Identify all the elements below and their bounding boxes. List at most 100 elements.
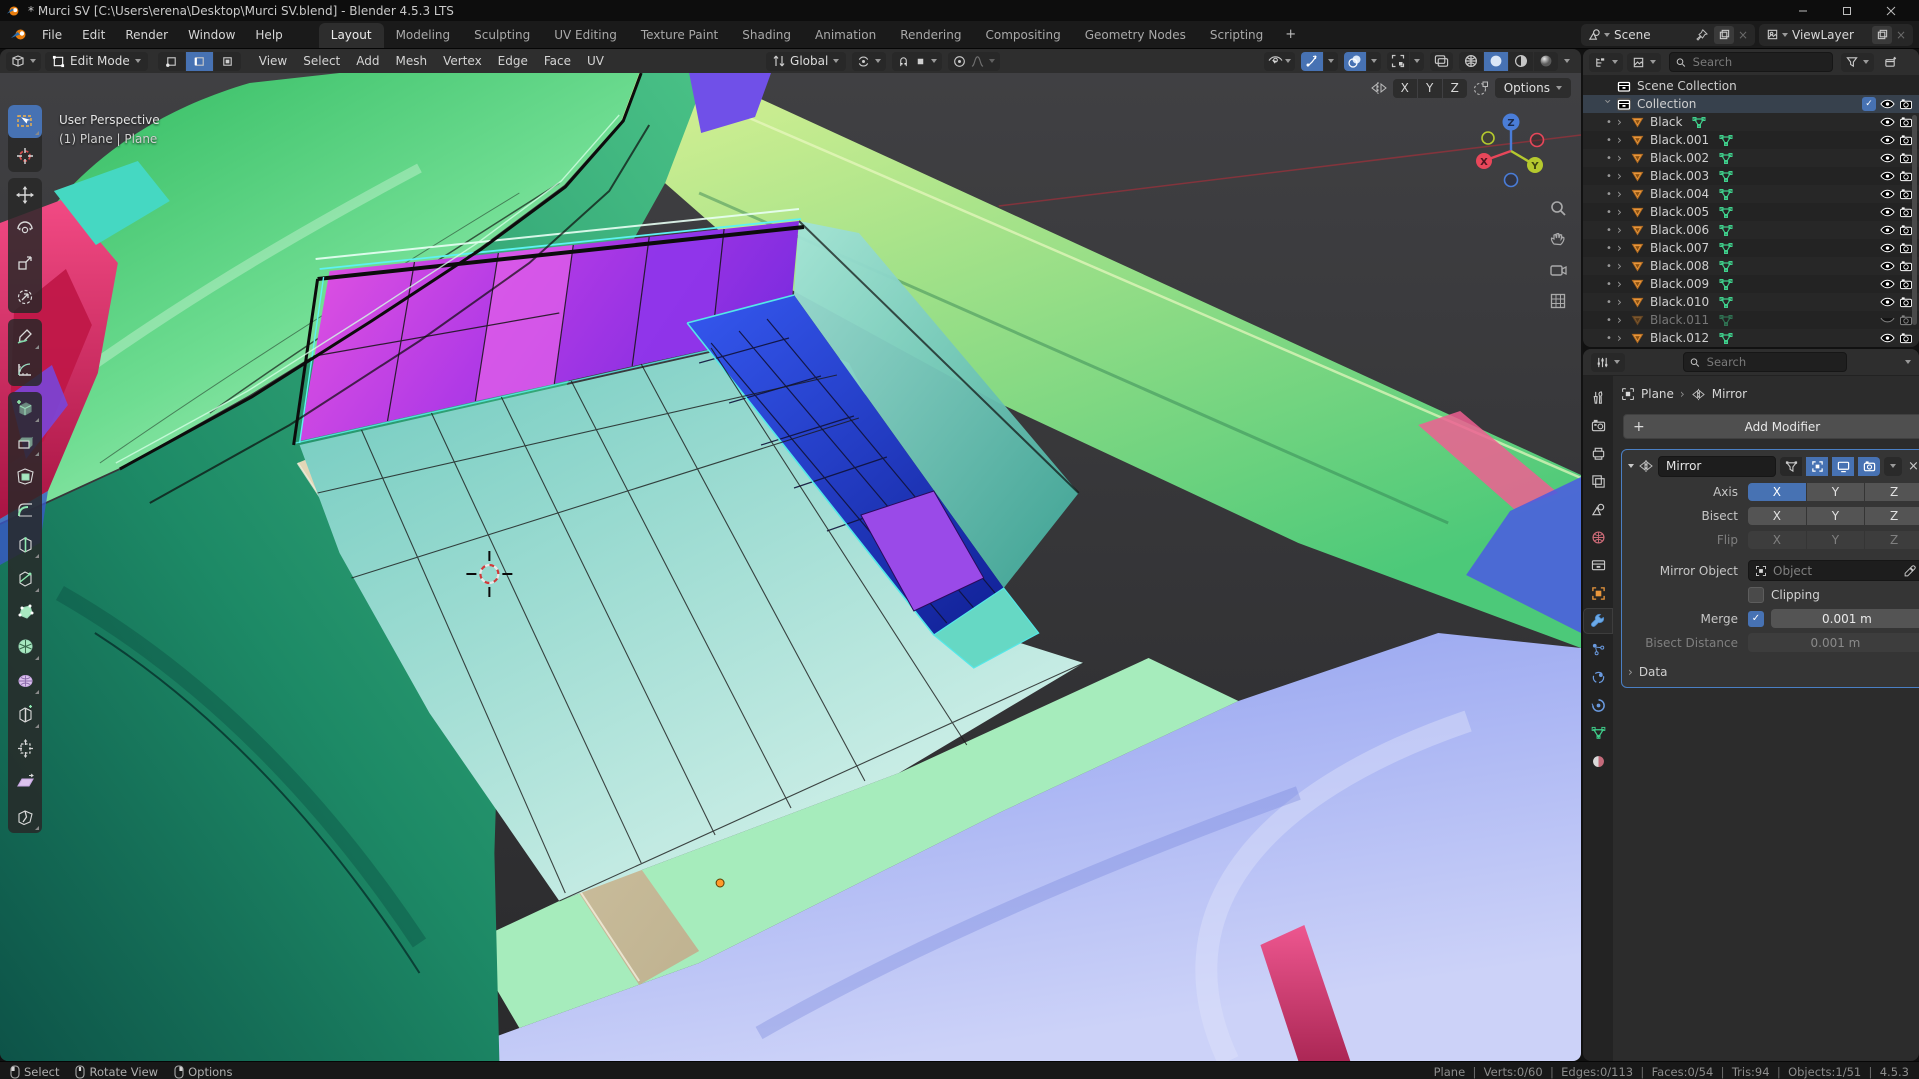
scene-selector[interactable]: Scene ×	[1581, 23, 1755, 46]
toggle-xray-button[interactable]	[1430, 51, 1453, 71]
bisect-z-button[interactable]: Z	[1865, 506, 1919, 525]
tool-add-cube-button[interactable]	[8, 392, 42, 425]
tool-smooth-button[interactable]	[8, 664, 42, 697]
flip-z-button[interactable]: Z	[1865, 530, 1919, 549]
tool-shear-button[interactable]	[8, 766, 42, 799]
collection-checkbox[interactable]: ✓	[1862, 97, 1876, 111]
properties-search-input[interactable]	[1704, 354, 1840, 370]
remove-modifier-button[interactable]: ×	[1906, 459, 1919, 474]
tab-output[interactable]	[1583, 440, 1613, 466]
disable-render-icon[interactable]	[1899, 152, 1913, 164]
pin-icon[interactable]	[1692, 26, 1712, 44]
menu-item[interactable]: Render	[115, 25, 178, 45]
tool-loop-cut-button[interactable]	[8, 528, 42, 561]
outliner-collection-row[interactable]: › Collection ✓	[1583, 95, 1919, 113]
editor-type-selector[interactable]	[6, 51, 41, 71]
tool-shrink-fatten-button[interactable]	[8, 732, 42, 765]
material-preview-shading-button[interactable]	[1509, 51, 1533, 71]
modifier-extras-dropdown[interactable]	[1884, 456, 1902, 476]
merge-checkbox[interactable]: ✓	[1748, 610, 1764, 627]
properties-options-dropdown[interactable]	[1905, 360, 1911, 364]
mirror-x-button[interactable]: X	[1392, 78, 1417, 98]
expand-arrow[interactable]: ›	[1601, 99, 1615, 109]
disable-render-icon[interactable]	[1899, 332, 1913, 344]
3d-viewport[interactable]: User Perspective (1) Plane | Plane X Y Z…	[0, 73, 1581, 1061]
disable-render-icon[interactable]	[1899, 170, 1913, 182]
snap-base-icon[interactable]	[1473, 81, 1489, 96]
outliner-object-row-black-005[interactable]: • › Black.005	[1583, 203, 1919, 221]
breadcrumb-modifier[interactable]: Mirror	[1712, 387, 1747, 401]
merge-threshold-field[interactable]: 0.001 m	[1771, 609, 1919, 628]
snapping-controls[interactable]	[892, 51, 943, 71]
minimize-button[interactable]	[1781, 0, 1825, 21]
disable-render-icon[interactable]	[1899, 278, 1913, 290]
workspace-tab[interactable]: Scripting	[1198, 23, 1275, 48]
outliner-search[interactable]	[1669, 52, 1833, 72]
hide-eye-icon[interactable]	[1880, 98, 1895, 110]
outliner-filter-mode[interactable]	[1627, 52, 1661, 72]
hide-eye-icon[interactable]	[1880, 152, 1895, 164]
outliner-object-row-black[interactable]: • › Black	[1583, 113, 1919, 131]
menu-item[interactable]: Edit	[72, 25, 115, 45]
hide-eye-icon[interactable]	[1880, 242, 1895, 254]
tab-render[interactable]	[1583, 412, 1613, 438]
outliner-object-row-black-004[interactable]: • › Black.004	[1583, 185, 1919, 203]
workspace-tab[interactable]: Modeling	[384, 23, 463, 48]
tool-rip-region-button[interactable]	[8, 800, 42, 833]
show-gizmo-toggle[interactable]	[1301, 51, 1323, 71]
tab-particles[interactable]	[1583, 636, 1613, 662]
hide-eye-icon[interactable]	[1880, 296, 1895, 308]
expand-arrow[interactable]: ›	[1617, 115, 1627, 129]
tool-poly-build-button[interactable]	[8, 596, 42, 629]
edit-mode-display-toggle[interactable]	[1806, 456, 1828, 476]
outliner-display-mode[interactable]	[1589, 52, 1623, 72]
flip-x-button[interactable]: X	[1748, 530, 1806, 549]
camera-view-icon[interactable]	[1547, 259, 1569, 281]
remove-viewlayer-button[interactable]: ×	[1892, 26, 1910, 44]
tool-rotate-button[interactable]	[8, 212, 42, 245]
expand-arrow[interactable]: ›	[1617, 151, 1627, 165]
expand-arrow[interactable]: ›	[1617, 277, 1627, 291]
workspace-tab[interactable]: Rendering	[888, 23, 973, 48]
tab-material[interactable]	[1583, 748, 1613, 774]
workspace-tab[interactable]: Texture Paint	[629, 23, 730, 48]
axis-z-button[interactable]: Z	[1865, 482, 1919, 501]
blender-menu-button[interactable]	[6, 24, 32, 46]
expand-arrow[interactable]: ›	[1617, 205, 1627, 219]
mirror-object-field[interactable]: Object	[1748, 560, 1919, 581]
on-cage-toggle[interactable]	[1780, 456, 1802, 476]
outliner-object-row-black-003[interactable]: • › Black.003	[1583, 167, 1919, 185]
tab-view-layer[interactable]	[1583, 468, 1613, 494]
expand-arrow[interactable]: ›	[1617, 241, 1627, 255]
outliner-object-row-black-010[interactable]: • › Black.010	[1583, 293, 1919, 311]
disable-render-icon[interactable]	[1899, 314, 1913, 326]
object-visibility-dropdown[interactable]	[1264, 51, 1295, 71]
vertex-select-button[interactable]	[157, 51, 185, 71]
expand-arrow[interactable]: ›	[1617, 259, 1627, 273]
tool-extrude-region-button[interactable]	[8, 426, 42, 459]
tab-modifiers[interactable]	[1583, 608, 1613, 634]
workspace-tab[interactable]: Sculpting	[462, 23, 542, 48]
expand-arrow[interactable]: ›	[1617, 187, 1627, 201]
new-collection-button[interactable]	[1880, 53, 1900, 71]
tool-spin-button[interactable]	[8, 630, 42, 663]
expand-arrow[interactable]: ›	[1617, 295, 1627, 309]
shading-dropdown[interactable]	[1559, 52, 1575, 71]
tool-bevel-button[interactable]	[8, 494, 42, 527]
new-viewlayer-button[interactable]	[1872, 25, 1892, 44]
expand-arrow[interactable]: ›	[1617, 223, 1627, 237]
gizmo-dropdown[interactable]	[1324, 51, 1338, 71]
toggle-orthographic-icon[interactable]	[1547, 290, 1569, 312]
tool-transform-button[interactable]	[8, 280, 42, 313]
solid-shading-button[interactable]	[1484, 51, 1508, 71]
viewport-3d-scene[interactable]	[0, 73, 1581, 1061]
hide-eye-icon[interactable]	[1880, 170, 1895, 182]
mirror-z-button[interactable]: Z	[1442, 78, 1467, 98]
pivot-point-selector[interactable]	[852, 51, 887, 71]
xray-dropdown[interactable]	[1410, 51, 1424, 71]
workspace-tab[interactable]: Compositing	[973, 23, 1072, 48]
disable-render-icon[interactable]	[1899, 296, 1913, 308]
expand-arrow[interactable]: ›	[1617, 313, 1627, 327]
outliner-object-row-black-001[interactable]: • › Black.001	[1583, 131, 1919, 149]
disable-render-icon[interactable]	[1899, 260, 1913, 272]
